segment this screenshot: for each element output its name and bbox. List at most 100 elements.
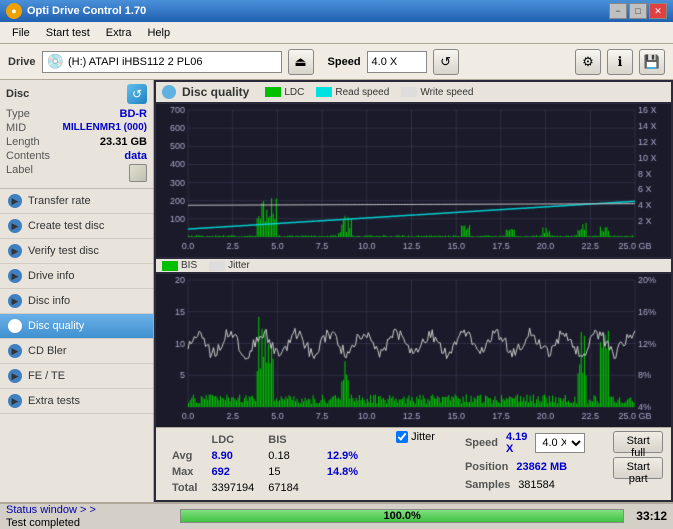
speed-value: 4.19 X xyxy=(506,431,527,455)
nav-fe-te[interactable]: ▶ FE / TE xyxy=(0,364,153,389)
extra-tests-icon: ▶ xyxy=(8,394,22,408)
nav-transfer-rate[interactable]: ▶ Transfer rate xyxy=(0,189,153,214)
ldc-legend-color xyxy=(265,87,281,97)
bis-avg: 0.18 xyxy=(262,449,305,463)
ldc-avg: 8.90 xyxy=(205,449,260,463)
nav-drive-info-label: Drive info xyxy=(28,270,74,282)
mid-label: MID xyxy=(6,122,26,134)
nav-create-test-disc[interactable]: ▶ Create test disc xyxy=(0,214,153,239)
contents-value: data xyxy=(124,150,147,162)
write-speed-legend-color xyxy=(401,87,417,97)
bottom-chart-container xyxy=(156,274,671,427)
length-label: Length xyxy=(6,136,40,148)
menu-help[interactable]: Help xyxy=(139,24,178,42)
nav-cd-bler-label: CD Bler xyxy=(28,345,67,357)
right-panel: Disc quality LDC Read speed Write speed xyxy=(154,80,673,502)
nav-verify-test-disc[interactable]: ▶ Verify test disc xyxy=(0,239,153,264)
type-label: Type xyxy=(6,108,30,120)
nav-drive-info[interactable]: ▶ Drive info xyxy=(0,264,153,289)
settings-button[interactable]: ⚙ xyxy=(575,49,601,75)
jitter-max: 14.8% xyxy=(321,465,364,479)
status-links: Status window > > xyxy=(6,504,168,516)
verify-test-disc-icon: ▶ xyxy=(8,244,22,258)
info-button[interactable]: ℹ xyxy=(607,49,633,75)
nav-create-test-disc-label: Create test disc xyxy=(28,220,104,232)
bis-legend-color xyxy=(162,261,178,271)
app-title: Opti Drive Control 1.70 xyxy=(27,5,609,17)
max-label: Max xyxy=(166,465,203,479)
label-icon-button[interactable] xyxy=(129,164,147,182)
disc-quality-icon: ▶ xyxy=(8,319,22,333)
drive-disc-icon: 💿 xyxy=(47,53,64,70)
start-buttons: Start full Start part xyxy=(613,431,663,479)
nav-disc-info[interactable]: ▶ Disc info xyxy=(0,289,153,314)
read-speed-legend-color xyxy=(316,87,332,97)
drive-value: (H:) ATAPI iHBS112 2 PL06 xyxy=(68,56,203,68)
label-label: Label xyxy=(6,164,33,182)
start-part-button[interactable]: Start part xyxy=(613,457,663,479)
drive-selector[interactable]: 💿 (H:) ATAPI iHBS112 2 PL06 xyxy=(42,51,282,73)
app-icon: ● xyxy=(6,3,22,19)
progress-bar: 100.0% xyxy=(180,509,624,523)
nav-extra-tests[interactable]: ▶ Extra tests xyxy=(0,389,153,414)
nav-fe-te-label: FE / TE xyxy=(28,370,65,382)
ldc-total: 3397194 xyxy=(205,481,260,495)
cd-bler-icon: ▶ xyxy=(8,344,22,358)
nav-cd-bler[interactable]: ▶ CD Bler xyxy=(0,339,153,364)
close-button[interactable]: ✕ xyxy=(649,3,667,19)
type-value: BD-R xyxy=(120,108,148,120)
test-completed-label: Test completed xyxy=(6,517,168,529)
nav-extra-tests-label: Extra tests xyxy=(28,395,80,407)
create-test-disc-icon: ▶ xyxy=(8,219,22,233)
samples-value: 381584 xyxy=(518,479,555,491)
nav-disc-quality-label: Disc quality xyxy=(28,320,84,332)
start-full-button[interactable]: Start full xyxy=(613,431,663,453)
speed-selector[interactable]: 4.0 X xyxy=(367,51,427,73)
samples-label: Samples xyxy=(465,479,510,491)
bottom-chart-legend: BIS Jitter xyxy=(156,259,671,272)
speed-value: 4.0 X xyxy=(372,56,398,68)
time-display: 33:12 xyxy=(636,509,667,523)
menu-extra[interactable]: Extra xyxy=(98,24,140,42)
nav-verify-test-disc-label: Verify test disc xyxy=(28,245,99,257)
save-button[interactable]: 💾 xyxy=(639,49,665,75)
mid-value: MILLENMR1 (000) xyxy=(63,122,147,134)
maximize-button[interactable]: □ xyxy=(629,3,647,19)
position-value: 23862 MB xyxy=(516,461,567,473)
length-value: 23.31 GB xyxy=(100,136,147,148)
jitter-avg: 12.9% xyxy=(321,449,364,463)
disc-info-icon: ▶ xyxy=(8,294,22,308)
position-label: Position xyxy=(465,461,508,473)
bottom-left: Status window > > Test completed xyxy=(6,504,172,529)
nav-disc-quality[interactable]: ▶ Disc quality xyxy=(0,314,153,339)
total-label: Total xyxy=(166,481,203,495)
titlebar: ● Opti Drive Control 1.70 − □ ✕ xyxy=(0,0,673,22)
refresh-button[interactable]: ↺ xyxy=(433,49,459,75)
toolbar: Drive 💿 (H:) ATAPI iHBS112 2 PL06 ⏏ Spee… xyxy=(0,44,673,80)
minimize-button[interactable]: − xyxy=(609,3,627,19)
write-speed-legend-label: Write speed xyxy=(420,87,473,98)
jitter-legend-color xyxy=(209,261,225,271)
menu-file[interactable]: File xyxy=(4,24,38,42)
charts-area: BIS Jitter xyxy=(156,104,671,427)
top-chart-container xyxy=(156,104,671,257)
disc-section: Disc ↺ Type BD-R MID MILLENMR1 (000) Len… xyxy=(0,80,153,189)
nav-transfer-rate-label: Transfer rate xyxy=(28,195,91,207)
eject-button[interactable]: ⏏ xyxy=(288,49,314,75)
jitter-checkbox[interactable] xyxy=(396,431,408,443)
read-speed-legend-label: Read speed xyxy=(335,87,389,98)
nav-section: ▶ Transfer rate ▶ Create test disc ▶ Ver… xyxy=(0,189,153,502)
speed-select-control[interactable]: 4.0 X 2.0 X 8.0 X xyxy=(535,433,585,453)
nav-disc-info-label: Disc info xyxy=(28,295,70,307)
status-window-link[interactable]: Status window > > xyxy=(6,504,96,516)
jitter-legend-label: Jitter xyxy=(228,260,250,271)
ldc-legend-label: LDC xyxy=(284,87,304,98)
bis-max: 15 xyxy=(262,465,305,479)
chart-title-icon xyxy=(162,85,176,99)
window-controls: − □ ✕ xyxy=(609,3,667,19)
menu-start-test[interactable]: Start test xyxy=(38,24,98,42)
disc-refresh-button[interactable]: ↺ xyxy=(127,84,147,104)
chart-header: Disc quality LDC Read speed Write speed xyxy=(156,82,671,102)
transfer-rate-icon: ▶ xyxy=(8,194,22,208)
jitter-label: Jitter xyxy=(411,431,435,443)
